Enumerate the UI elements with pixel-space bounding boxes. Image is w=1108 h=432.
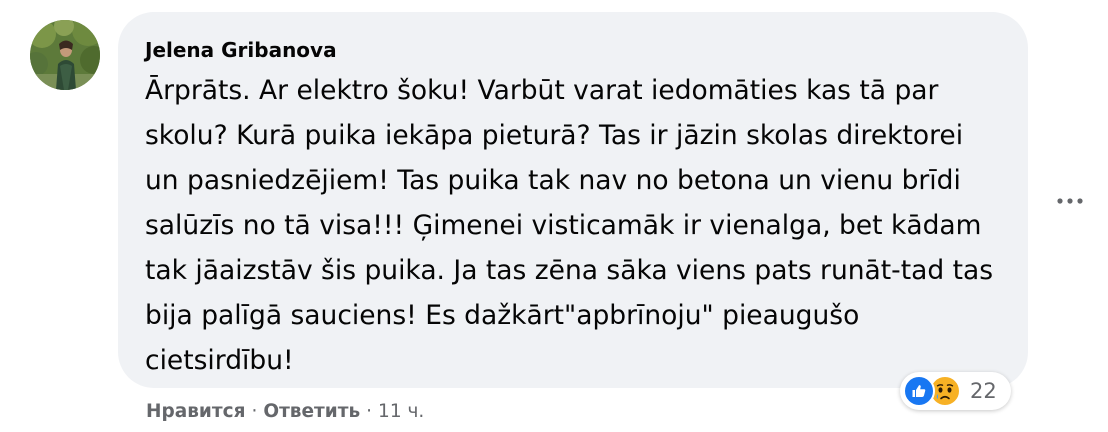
like-icon bbox=[903, 375, 935, 407]
reply-button[interactable]: Ответить bbox=[263, 401, 360, 422]
more-options-button[interactable] bbox=[1050, 186, 1090, 216]
avatar-photo bbox=[30, 20, 100, 90]
separator: · bbox=[366, 400, 373, 422]
more-horizontal-icon bbox=[1057, 198, 1083, 204]
reactions-summary[interactable]: 22 bbox=[900, 372, 1011, 410]
reaction-count: 22 bbox=[970, 379, 997, 403]
comment: Jelena Gribanova Ārprāts. Ar elektro šok… bbox=[0, 0, 1108, 432]
separator: · bbox=[251, 400, 258, 422]
comment-author[interactable]: Jelena Gribanova bbox=[145, 36, 1008, 64]
comment-actions: Нравится · Ответить · 11 ч. bbox=[146, 396, 424, 426]
comment-timestamp[interactable]: 11 ч. bbox=[378, 401, 424, 422]
like-button[interactable]: Нравится bbox=[146, 401, 245, 422]
avatar[interactable] bbox=[30, 20, 100, 90]
comment-bubble: Jelena Gribanova Ārprāts. Ar elektro šok… bbox=[118, 12, 1028, 388]
comment-text: Ārprāts. Ar elektro šoku! Varbūt varat i… bbox=[145, 75, 994, 376]
